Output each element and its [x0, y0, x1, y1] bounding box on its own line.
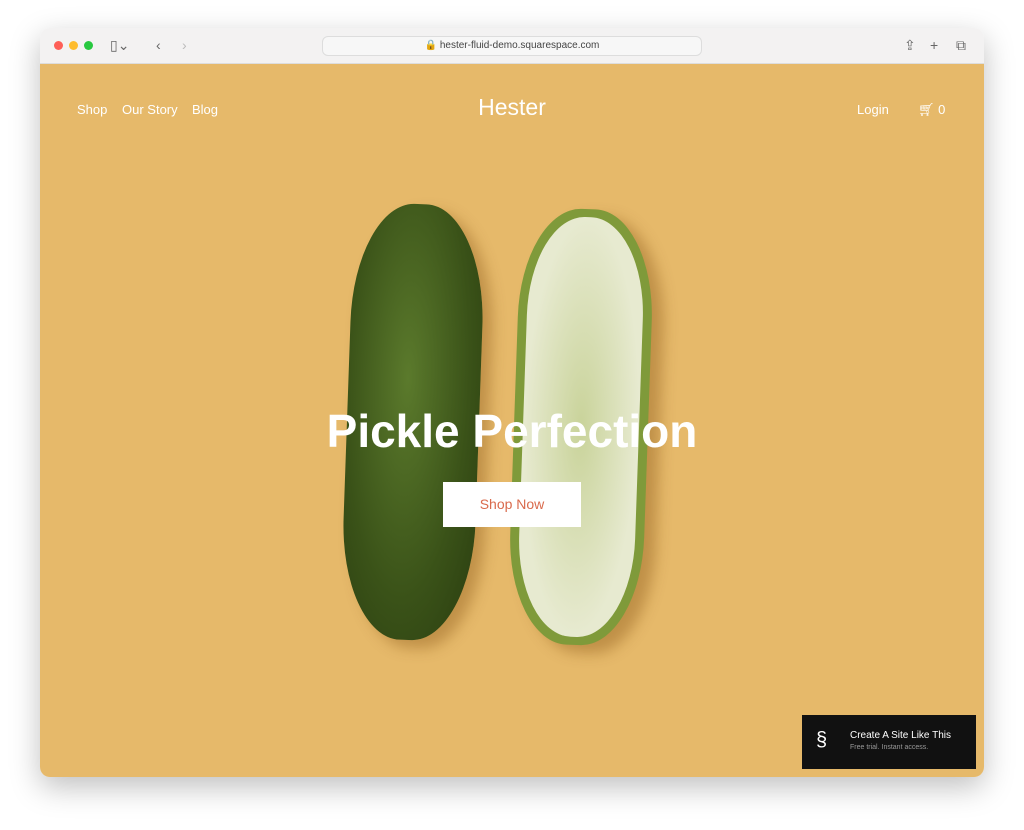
browser-toolbar: ▯⌄ ‹ › 🔒 hester-fluid-demo.squarespace.c…	[40, 28, 984, 64]
address-bar[interactable]: 🔒 hester-fluid-demo.squarespace.com	[322, 36, 702, 56]
squarespace-logo-icon: §	[816, 729, 828, 751]
new-tab-icon[interactable]: +	[930, 37, 938, 53]
maximize-button[interactable]	[84, 41, 93, 50]
sidebar-icon[interactable]: ▯⌄	[110, 37, 129, 54]
share-icon[interactable]: ⇪	[904, 37, 916, 54]
login-link[interactable]: Login	[857, 102, 889, 117]
badge-subtitle: Free trial. Instant access.	[850, 744, 929, 751]
minimize-button[interactable]	[69, 41, 78, 50]
forward-icon[interactable]: ›	[182, 37, 187, 53]
shop-now-button[interactable]: Shop Now	[443, 482, 581, 527]
lock-icon: 🔒	[424, 40, 438, 51]
site-logo[interactable]: Hester	[40, 94, 984, 121]
badge-title: Create A Site Like This	[850, 730, 951, 741]
back-icon[interactable]: ‹	[156, 37, 161, 53]
cart-count: 0	[938, 102, 946, 117]
close-button[interactable]	[54, 41, 63, 50]
hero-title: Pickle Perfection	[326, 405, 698, 457]
hero-section: Shop Our Story Blog Hester Login 🛒︎ 0 Pi…	[40, 64, 984, 777]
browser-window: ▯⌄ ‹ › 🔒 hester-fluid-demo.squarespace.c…	[40, 28, 984, 777]
squarespace-badge[interactable]: § Create A Site Like This Free trial. In…	[802, 715, 976, 769]
cart-icon: 🛒︎	[918, 102, 935, 117]
tabs-icon[interactable]: ⧉	[956, 37, 966, 54]
url-text: hester-fluid-demo.squarespace.com	[439, 40, 600, 51]
cart-button[interactable]: 🛒︎ 0	[918, 102, 945, 118]
